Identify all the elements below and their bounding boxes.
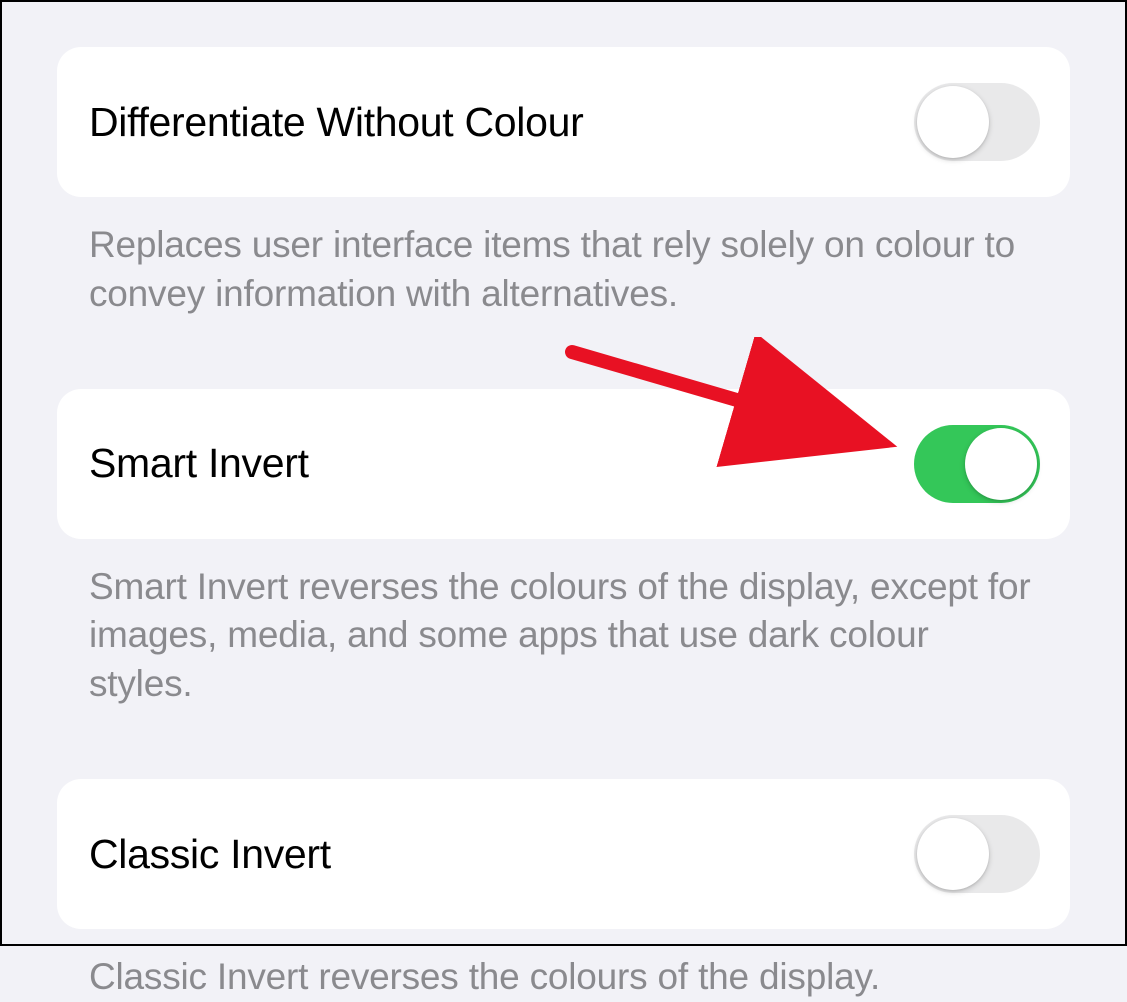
toggle-knob [917, 86, 989, 158]
classic-invert-label: Classic Invert [89, 831, 331, 878]
smart-invert-description: Smart Invert reverses the colours of the… [57, 539, 1070, 709]
classic-invert-row[interactable]: Classic Invert [57, 779, 1070, 929]
differentiate-without-colour-row[interactable]: Differentiate Without Colour [57, 47, 1070, 197]
smart-invert-row[interactable]: Smart Invert [57, 389, 1070, 539]
differentiate-without-colour-label: Differentiate Without Colour [89, 99, 583, 146]
smart-invert-toggle[interactable] [914, 425, 1040, 503]
differentiate-without-colour-toggle[interactable] [914, 83, 1040, 161]
smart-invert-label: Smart Invert [89, 440, 309, 487]
differentiate-without-colour-description: Replaces user interface items that rely … [57, 197, 1070, 319]
toggle-knob [917, 818, 989, 890]
toggle-knob [965, 428, 1037, 500]
section-gap [57, 319, 1070, 389]
classic-invert-description: Classic Invert reverses the colours of t… [57, 929, 1070, 1002]
section-gap [57, 709, 1070, 779]
settings-container: Differentiate Without Colour Replaces us… [2, 2, 1125, 1002]
classic-invert-toggle[interactable] [914, 815, 1040, 893]
